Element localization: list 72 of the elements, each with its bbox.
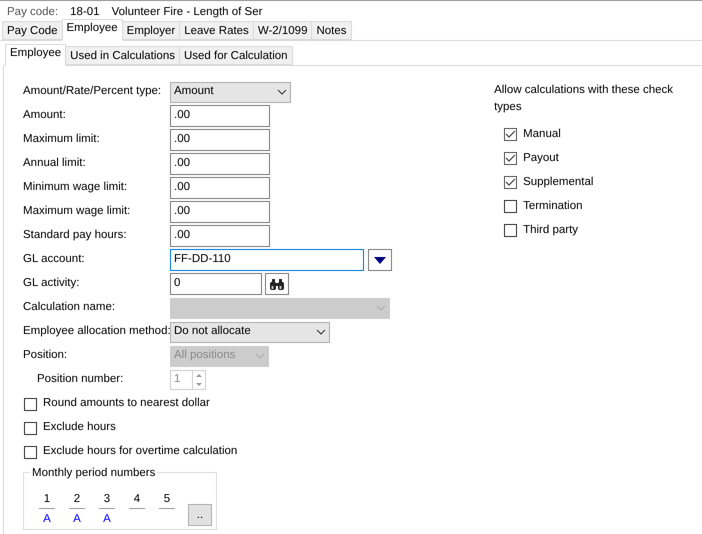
field-label: Maximum wage limit:	[23, 204, 132, 220]
pay-code: 18-01	[70, 6, 100, 18]
input-field[interactable]: .00	[170, 153, 270, 175]
input-field[interactable]: .00	[170, 177, 270, 199]
field-label: Position:	[23, 348, 68, 364]
field-label: Position number:	[36, 372, 124, 388]
input-field[interactable]: FF-DD-110	[170, 249, 364, 271]
period-number: 4	[129, 491, 145, 509]
field-label: GL activity:	[23, 276, 80, 292]
binoculars-icon	[269, 278, 285, 290]
period-number: 5	[159, 491, 175, 509]
check-icon	[505, 178, 516, 187]
check-icon	[505, 154, 516, 163]
period-number: 1	[39, 491, 55, 509]
search-button[interactable]	[265, 273, 289, 295]
checkbox[interactable]	[504, 224, 518, 237]
checkbox[interactable]	[504, 128, 518, 141]
field-label: Annual limit:	[23, 156, 87, 172]
checkbox[interactable]	[504, 200, 518, 213]
field-label: Amount/Rate/Percent type:	[23, 84, 162, 100]
tab[interactable]: Used in Calculations	[65, 46, 180, 65]
period-value: A	[43, 513, 51, 525]
tab[interactable]: W-2/1099	[252, 21, 312, 40]
checkbox-label: Third party	[523, 222, 578, 238]
input-field[interactable]: 0	[170, 273, 262, 295]
tab[interactable]: Employee	[62, 19, 123, 41]
field-label: Standard pay hours:	[23, 228, 128, 244]
dropdown-button[interactable]	[368, 249, 392, 271]
section-title: Allow calculations with these check types	[494, 83, 674, 116]
tab[interactable]: Employer	[122, 21, 180, 40]
input-field[interactable]: .00	[170, 129, 270, 151]
checkbox[interactable]	[504, 152, 518, 165]
checkbox-label: Termination	[523, 198, 583, 214]
field-label: GL account:	[23, 252, 86, 268]
checkbox-label: Exclude hours for overtime calculation	[43, 444, 238, 460]
checkbox[interactable]	[24, 398, 37, 410]
field-label: Employee allocation method:	[23, 324, 170, 340]
tab[interactable]: Leave Rates	[179, 21, 254, 40]
tab[interactable]: Notes	[311, 21, 352, 40]
period-value: A	[103, 513, 111, 525]
checkbox-label: Manual	[523, 126, 561, 142]
input-field[interactable]: .00	[170, 105, 270, 127]
checkbox[interactable]	[504, 176, 518, 189]
input-field[interactable]: .00	[170, 225, 270, 247]
field-label: Minimum wage limit:	[23, 180, 128, 196]
period-value: A	[73, 513, 81, 525]
caret-icon	[374, 256, 386, 264]
dropdown[interactable]: Do not allocate	[170, 322, 330, 342]
field-label: Pay code:	[7, 6, 58, 18]
pay-code-description: Volunteer Fire - Length of Ser	[112, 6, 262, 18]
field-label: Amount:	[23, 108, 67, 124]
more-button[interactable]: ..	[188, 504, 212, 526]
chevron-icon	[316, 329, 326, 335]
period-number: 2	[69, 491, 85, 509]
check-icon	[505, 130, 516, 139]
chevron-icon	[255, 353, 265, 359]
checkbox-label: Round amounts to nearest dollar	[43, 396, 210, 412]
input-field[interactable]: .00	[170, 201, 270, 223]
chevron-icon	[277, 89, 287, 95]
checkbox[interactable]	[24, 422, 37, 434]
period-number: 3	[99, 491, 115, 509]
checkbox-label: Payout	[523, 150, 559, 166]
chevron-icon	[376, 305, 386, 311]
checkbox-label: Exclude hours	[43, 420, 116, 436]
checkbox[interactable]	[24, 446, 37, 458]
field-label: Maximum limit:	[23, 132, 101, 148]
dropdown[interactable]: Amount	[170, 82, 291, 102]
tab[interactable]: Employee	[5, 44, 66, 66]
tab[interactable]: Pay Code	[2, 21, 63, 40]
checkbox-label: Supplemental	[523, 174, 594, 190]
tab[interactable]: Used for Calculation	[178, 46, 293, 65]
field-label: Calculation name:	[23, 300, 116, 316]
